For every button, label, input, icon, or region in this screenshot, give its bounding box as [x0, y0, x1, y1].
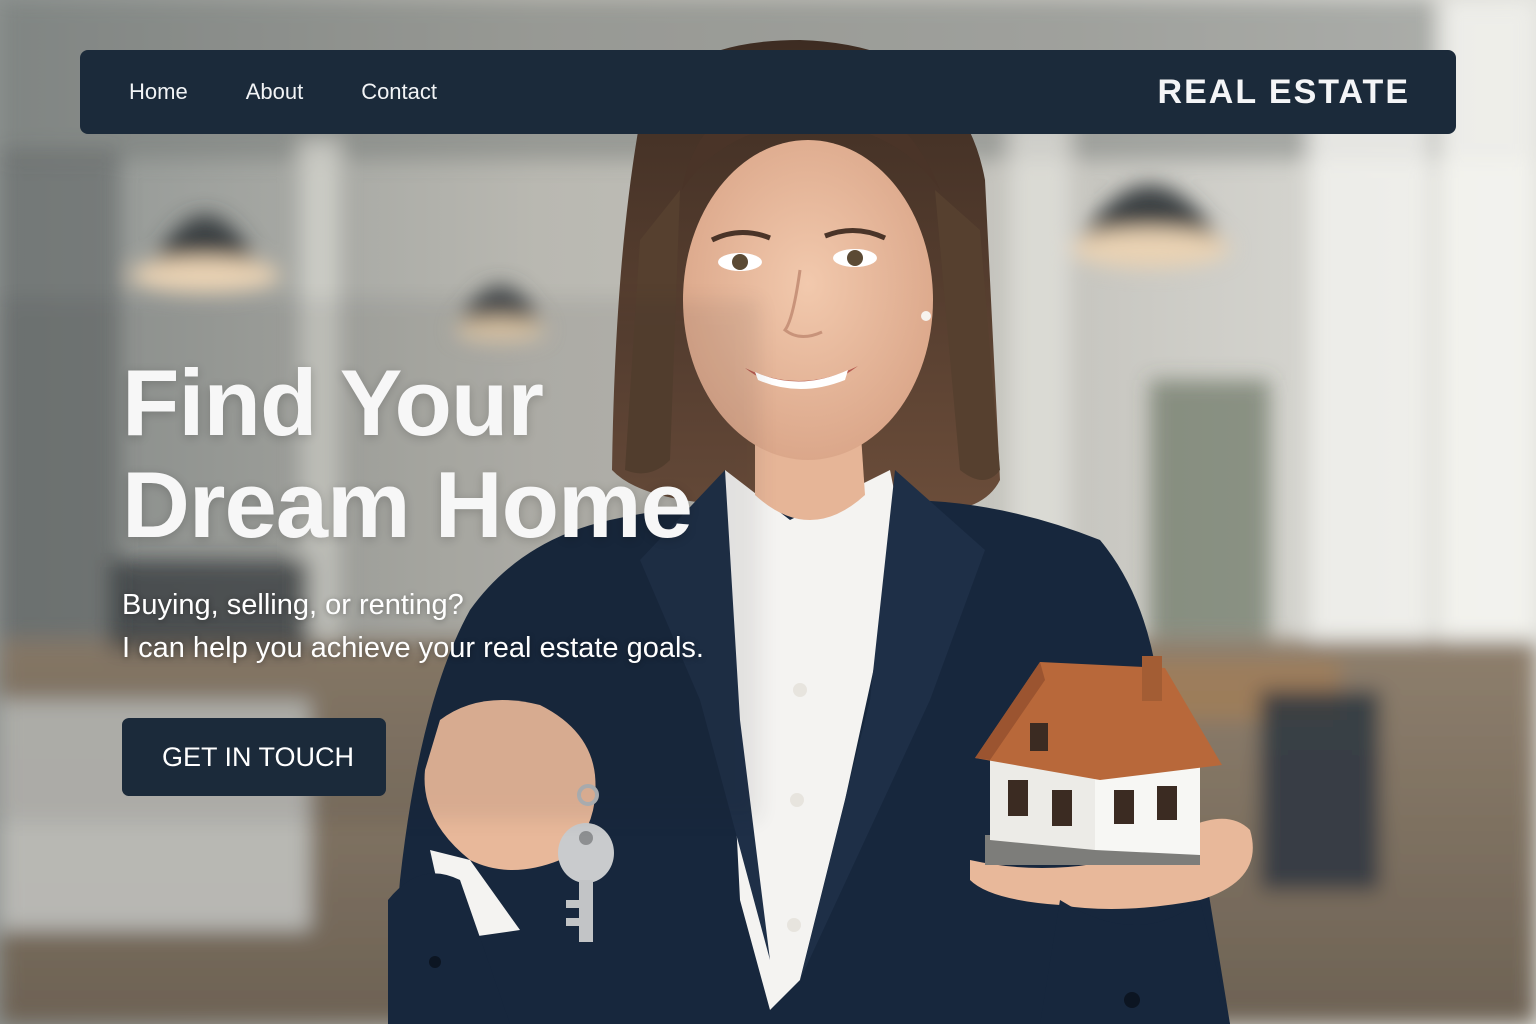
nav-link-about[interactable]: About — [246, 79, 304, 105]
top-navbar: Home About Contact REAL ESTATE — [80, 50, 1456, 134]
nav-links: Home About Contact — [129, 79, 495, 105]
brand-logo[interactable]: REAL ESTATE — [1158, 73, 1410, 112]
hero-title-line-2: Dream Home — [122, 452, 693, 557]
hero-content: Find Your Dream Home Buying, selling, or… — [122, 352, 782, 796]
hero-subtitle-line-1: Buying, selling, or renting? — [122, 589, 464, 621]
hero-subtitle: Buying, selling, or renting? I can help … — [122, 584, 782, 670]
hero-title-line-1: Find Your — [122, 350, 544, 455]
hero-title: Find Your Dream Home — [122, 352, 782, 556]
get-in-touch-button[interactable]: GET IN TOUCH — [122, 718, 387, 796]
hero-subtitle-line-2: I can help you achieve your real estate … — [122, 632, 704, 664]
nav-link-contact[interactable]: Contact — [361, 79, 437, 105]
nav-link-home[interactable]: Home — [129, 79, 188, 105]
